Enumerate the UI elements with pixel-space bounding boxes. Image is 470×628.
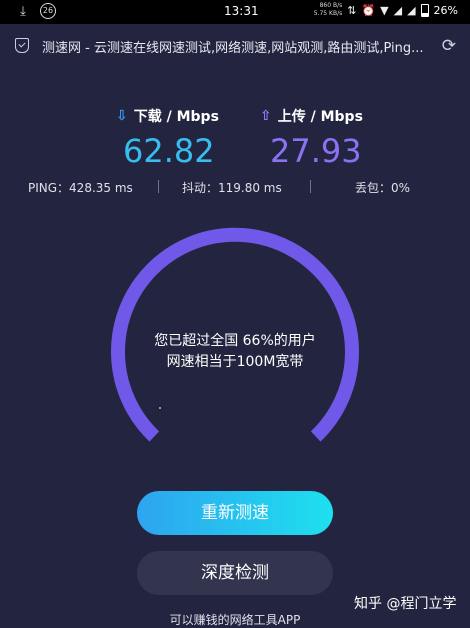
signal-icon: ◢: [393, 3, 403, 17]
retest-button[interactable]: 重新测速: [137, 491, 333, 535]
status-time: 13:31: [224, 4, 259, 18]
page-title[interactable]: 测速网 - 云测速在线网速测试,网络测速,网站观测,路由测试,Ping...: [42, 37, 430, 56]
deep-check-button[interactable]: 深度检测: [137, 551, 333, 595]
download-icon: ⇩: [116, 108, 128, 124]
download-label-text: 下载 / Mbps: [133, 109, 219, 125]
battery-icon: [420, 3, 429, 17]
wifi-icon: ▼: [380, 3, 389, 17]
download-label: ⇩ 下载 / Mbps: [116, 106, 219, 126]
packet-loss-stat: 丢包：0%: [355, 181, 411, 195]
signal-icon-2: ◢: [407, 3, 416, 17]
gauge-percentile-text: 您已超过全国 66%的用户: [154, 333, 316, 349]
data-transfer-icon: ⇅: [347, 3, 357, 17]
ping-stat: PING：428.35 ms: [28, 181, 133, 195]
download-value: 62.82: [123, 132, 215, 170]
upload-label-text: 上传 / Mbps: [277, 109, 363, 125]
upload-value: 27.93: [270, 132, 362, 170]
battery-level: 26%: [433, 3, 458, 17]
gauge-needle-dot: [159, 407, 161, 409]
upload-label: ⇧ 上传 / Mbps: [260, 106, 363, 126]
upload-icon: ⇧: [260, 108, 272, 124]
net-down-rate: 5.75 KB/s: [313, 10, 343, 17]
url-bar: 测速网 - 云测速在线网速测试,网络测速,网站观测,路由测试,Ping... ⟳: [0, 24, 470, 66]
reload-icon[interactable]: ⟳: [442, 36, 456, 56]
network-speed: 860 B/s 5.75 KB/s: [314, 2, 342, 18]
watermark: 知乎 @程门立学: [354, 596, 457, 612]
alarm-icon: ⏰: [361, 3, 376, 17]
stats-divider: [310, 180, 311, 193]
download-notification-icon: ⤓: [20, 3, 26, 19]
status-bar: ⤓ 26 13:31 860 B/s 5.75 KB/s ⇅ ⏰ ▼ ◢ ◢ 2…: [0, 0, 470, 24]
promo-link[interactable]: 可以赚钱的网络工具APP: [0, 611, 470, 628]
notification-badge: 26: [40, 3, 56, 19]
net-up-rate: 860 B/s: [319, 2, 343, 9]
jitter-stat: 抖动：119.80 ms: [182, 181, 282, 195]
stats-divider: [158, 180, 159, 193]
gauge-bandwidth-text: 网速相当于100M宽带: [166, 354, 304, 370]
shield-icon[interactable]: [15, 38, 29, 53]
